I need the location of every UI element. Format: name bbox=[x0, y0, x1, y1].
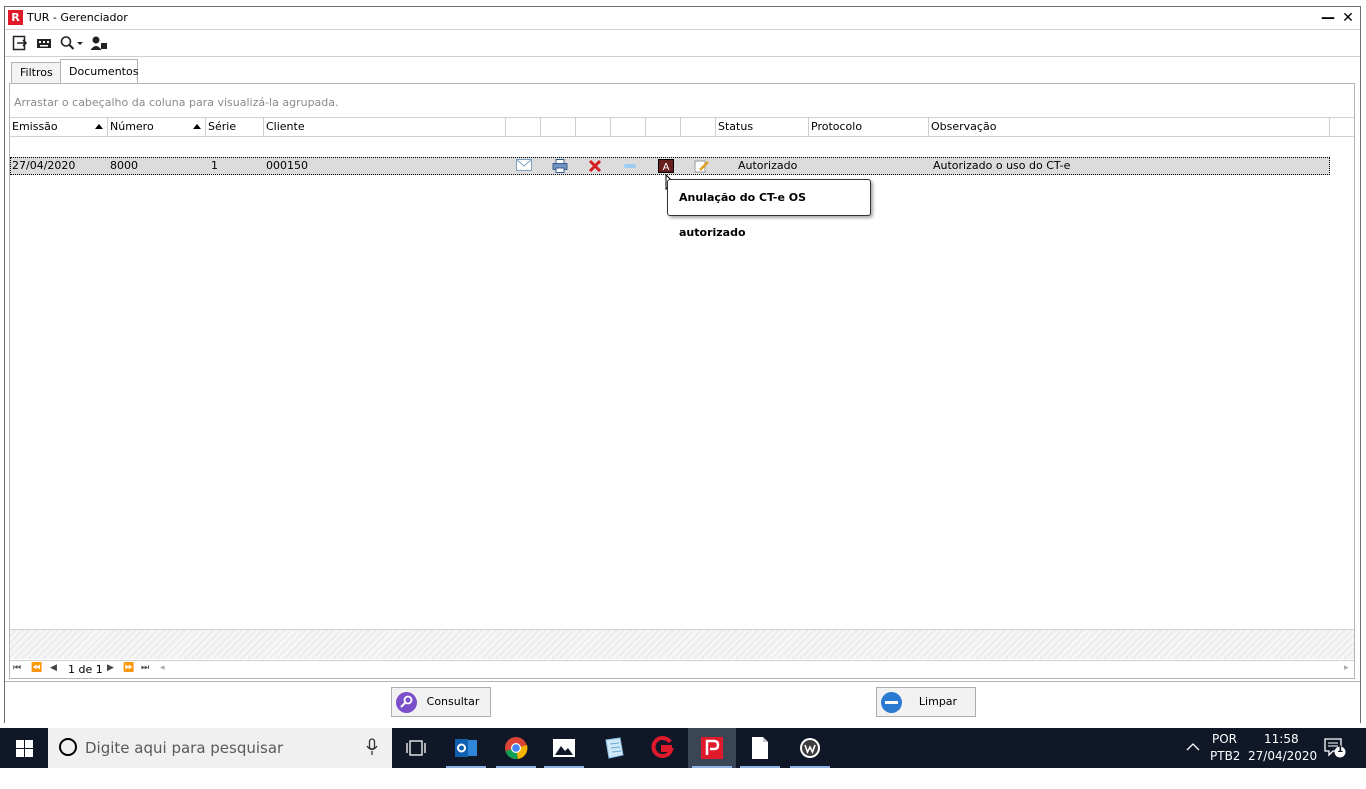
action-bar: Consultar Limpar bbox=[5, 681, 1360, 723]
sort-asc-icon bbox=[193, 124, 201, 129]
column-header-cancel[interactable] bbox=[576, 118, 611, 136]
notifications-icon[interactable]: 1 bbox=[1324, 738, 1346, 778]
tur-app-icon[interactable] bbox=[688, 728, 736, 768]
notes-app-icon[interactable] bbox=[590, 728, 638, 768]
pager: ⏮ ⏪ ◀ 1 de 1 ▶ ⏩ ⏭ ◂ ▸ bbox=[10, 660, 1354, 678]
search-placeholder: Digite aqui para pesquisar bbox=[85, 739, 284, 757]
prev-block-icon[interactable]: ⏪ bbox=[31, 663, 42, 673]
taskbar: Digite aqui para pesquisar POR PTB2 11:5… bbox=[0, 728, 1366, 768]
photos-icon[interactable] bbox=[540, 728, 588, 768]
column-header-annul[interactable] bbox=[646, 118, 681, 136]
cancel-icon[interactable] bbox=[587, 159, 603, 173]
column-header-protocolo[interactable]: Protocolo bbox=[809, 118, 929, 136]
cell-observacao: Autorizado o uso do CT-e bbox=[933, 159, 1071, 172]
first-page-icon[interactable]: ⏮ bbox=[13, 663, 21, 673]
column-header-edit[interactable] bbox=[681, 118, 716, 136]
column-header-observacao[interactable]: Observação bbox=[929, 118, 1330, 136]
main-window: R TUR - Gerenciador — ✕ Filtros Document… bbox=[4, 6, 1361, 723]
column-header-serie[interactable]: Série bbox=[206, 118, 264, 136]
group-by-hint: Arrastar o cabeçalho da coluna para visu… bbox=[14, 96, 339, 109]
clock-date[interactable]: 27/04/2020 bbox=[1248, 749, 1317, 789]
scroll-left-icon[interactable]: ◂ bbox=[160, 663, 165, 673]
limpar-button[interactable]: Limpar bbox=[876, 687, 976, 717]
chat-app-icon[interactable] bbox=[786, 728, 834, 768]
grid-header: Emissão Número Série Cliente Status Prot… bbox=[10, 117, 1354, 137]
keyboard-layout[interactable]: PTB2 bbox=[1210, 749, 1240, 789]
user-icon[interactable] bbox=[89, 35, 109, 53]
tab-documentos[interactable]: Documentos bbox=[60, 59, 138, 85]
tooltip: Anulação do CT-e OS autorizado bbox=[667, 179, 871, 239]
link-icon[interactable] bbox=[622, 159, 638, 173]
search-dropdown-icon[interactable] bbox=[59, 35, 85, 53]
grid-footer bbox=[10, 629, 1354, 659]
scroll-right-icon[interactable]: ▸ bbox=[1344, 663, 1349, 673]
column-header-print[interactable] bbox=[541, 118, 576, 136]
start-button[interactable] bbox=[0, 728, 48, 768]
title-bar: R TUR - Gerenciador — ✕ bbox=[5, 7, 1360, 29]
microphone-icon[interactable] bbox=[366, 738, 378, 760]
svg-text:A: A bbox=[663, 162, 670, 172]
consultar-button[interactable]: Consultar bbox=[391, 687, 491, 717]
g-app-icon[interactable] bbox=[638, 728, 686, 768]
table-row[interactable]: 27/04/2020 8000 1 000150 A Autorizado Au… bbox=[10, 157, 1330, 175]
chrome-icon[interactable] bbox=[492, 728, 540, 768]
sort-asc-icon bbox=[95, 124, 103, 129]
next-block-icon[interactable]: ⏩ bbox=[123, 663, 134, 673]
cell-cliente: 000150 bbox=[266, 159, 308, 172]
notification-count: 1 bbox=[1337, 745, 1344, 755]
close-button[interactable]: ✕ bbox=[1339, 9, 1357, 27]
email-icon[interactable] bbox=[516, 159, 532, 173]
tray-chevron-icon[interactable] bbox=[1186, 741, 1200, 781]
column-header-status[interactable]: Status bbox=[716, 118, 809, 136]
cell-emissao: 27/04/2020 bbox=[12, 159, 76, 172]
cell-serie: 1 bbox=[211, 159, 218, 172]
outlook-icon[interactable] bbox=[442, 728, 490, 768]
print-icon[interactable] bbox=[552, 159, 568, 173]
window-title: TUR - Gerenciador bbox=[27, 11, 128, 24]
cell-numero: 8000 bbox=[110, 159, 138, 172]
prev-page-icon[interactable]: ◀ bbox=[50, 663, 57, 673]
exit-icon[interactable] bbox=[11, 35, 29, 53]
app-logo-icon: R bbox=[8, 10, 23, 25]
column-header-numero[interactable]: Número bbox=[108, 118, 206, 136]
next-page-icon[interactable]: ▶ bbox=[107, 663, 114, 673]
minimize-button[interactable]: — bbox=[1319, 9, 1337, 27]
column-header-email[interactable] bbox=[506, 118, 541, 136]
windows-logo-icon bbox=[16, 740, 33, 757]
toolbar bbox=[5, 29, 1360, 57]
cortana-icon bbox=[59, 738, 77, 756]
last-page-icon[interactable]: ⏭ bbox=[141, 663, 149, 673]
annulment-icon[interactable]: A bbox=[658, 159, 674, 173]
taskbar-search[interactable]: Digite aqui para pesquisar bbox=[48, 728, 392, 768]
column-header-emissao[interactable]: Emissão bbox=[10, 118, 108, 136]
keyboard-icon[interactable] bbox=[35, 35, 53, 53]
tab-filtros[interactable]: Filtros bbox=[11, 62, 61, 84]
page-indicator: 1 de 1 bbox=[68, 663, 103, 676]
edit-icon[interactable] bbox=[694, 159, 710, 173]
document-icon[interactable] bbox=[736, 728, 784, 768]
column-header-cliente[interactable]: Cliente bbox=[264, 118, 506, 136]
documents-panel: Arrastar o cabeçalho da coluna para visu… bbox=[9, 83, 1355, 679]
cell-status: Autorizado bbox=[738, 159, 798, 172]
task-view-icon[interactable] bbox=[392, 728, 440, 768]
column-header-link[interactable] bbox=[611, 118, 646, 136]
